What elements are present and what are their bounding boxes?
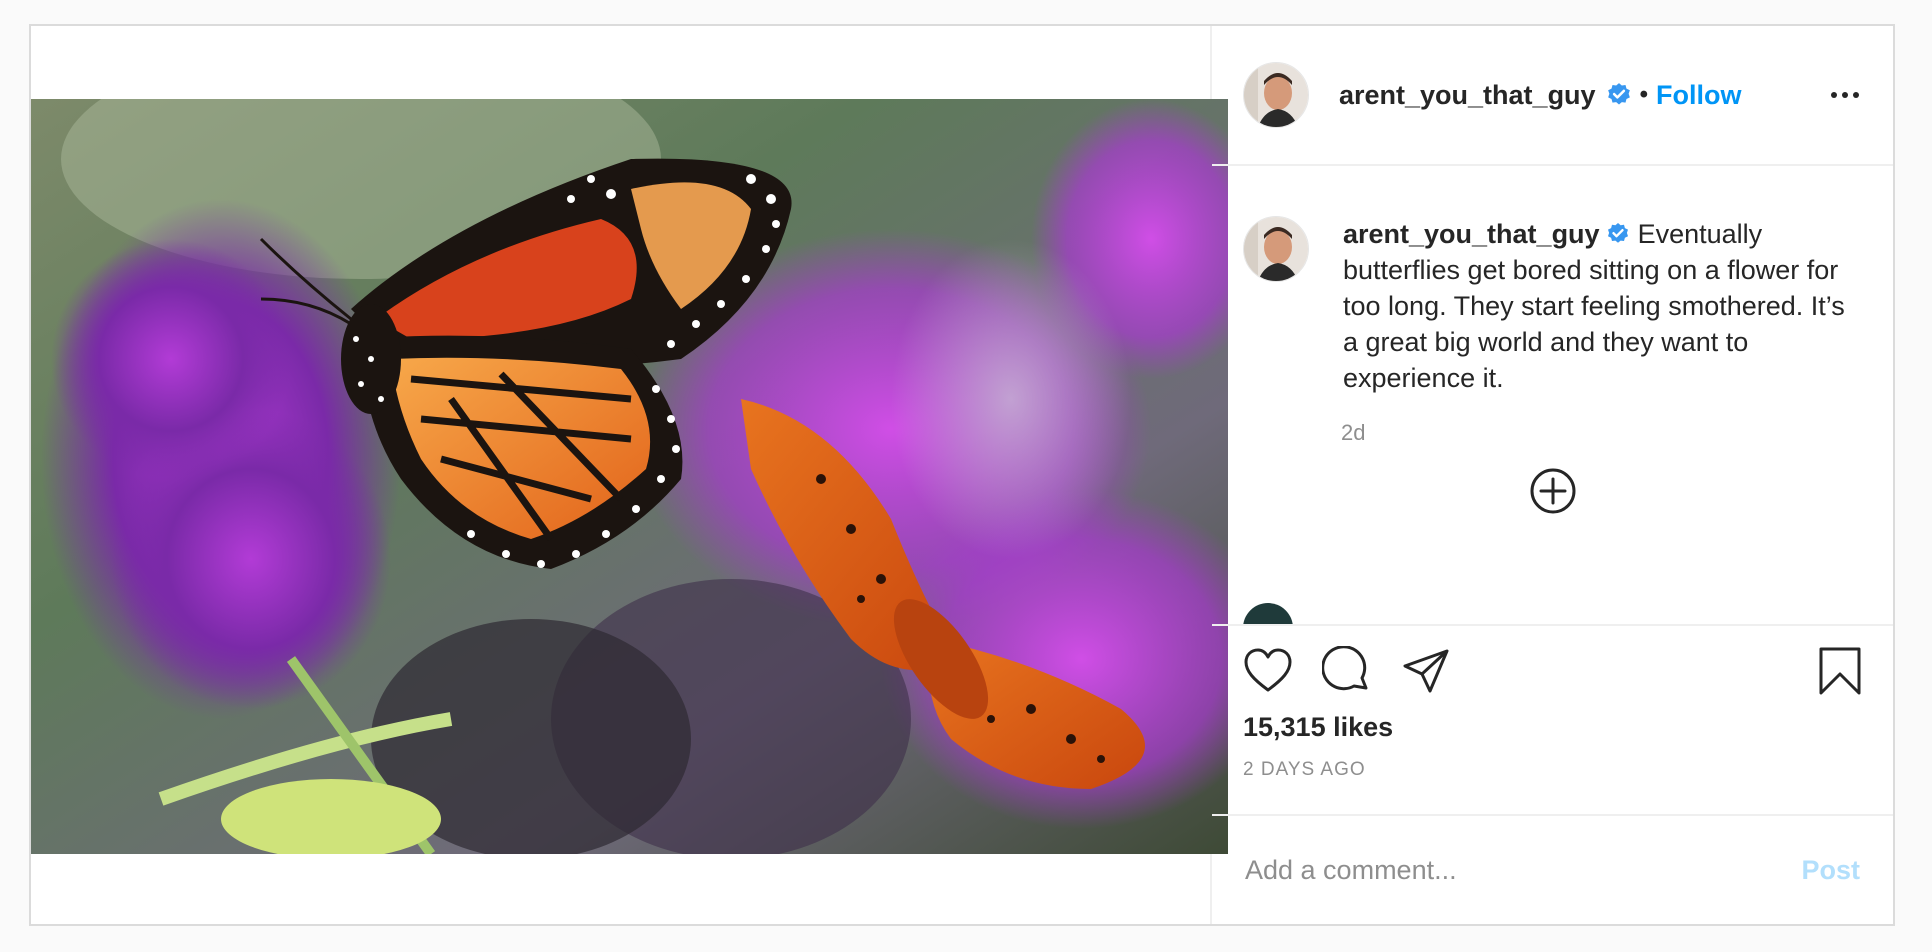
post-photo[interactable] [31,99,1228,854]
more-dot [1842,92,1848,98]
caption-avatar[interactable] [1243,216,1309,282]
comment-input[interactable] [1243,853,1802,887]
more-options-icon[interactable] [1825,86,1865,104]
verified-badge-icon [1607,83,1630,105]
action-icons [1243,646,1863,696]
follow-button[interactable]: Follow [1656,80,1741,111]
caption-body: arent_you_that_guy Eventually butterflie… [1343,216,1863,396]
comment-avatar-partial [1243,603,1293,624]
post-header: arent_you_that_guy • Follow [1212,26,1893,166]
caption-username[interactable]: arent_you_that_guy [1343,219,1600,249]
author-username[interactable]: arent_you_that_guy [1339,80,1596,111]
comment-form: Post [1212,814,1893,924]
bookmark-icon[interactable] [1817,646,1863,696]
post-date[interactable]: 2 DAYS AGO [1243,759,1863,781]
caption: arent_you_that_guy Eventually butterflie… [1243,216,1863,396]
verified-badge-icon [1607,223,1628,243]
plus-circle-icon[interactable] [1528,466,1578,516]
header-separator: • [1639,81,1648,108]
heart-icon[interactable] [1243,646,1293,696]
more-dot [1831,92,1837,98]
comment-bubble-icon[interactable] [1322,646,1372,696]
post-media [31,26,1228,924]
post-card: arent_you_that_guy • Follow arent_you_th… [29,24,1895,926]
actions-area: 15,315 likes 2 DAYS AGO [1212,624,1893,814]
likes-count[interactable]: 15,315 likes [1243,712,1863,743]
post-sidebar: arent_you_that_guy • Follow arent_you_th… [1212,26,1893,924]
post-comment-button[interactable]: Post [1801,855,1860,886]
more-dot [1853,92,1859,98]
author-avatar[interactable] [1243,62,1309,128]
paper-plane-icon[interactable] [1401,646,1451,696]
comments-section: arent_you_that_guy Eventually butterflie… [1212,166,1893,624]
caption-time[interactable]: 2d [1341,420,1863,446]
